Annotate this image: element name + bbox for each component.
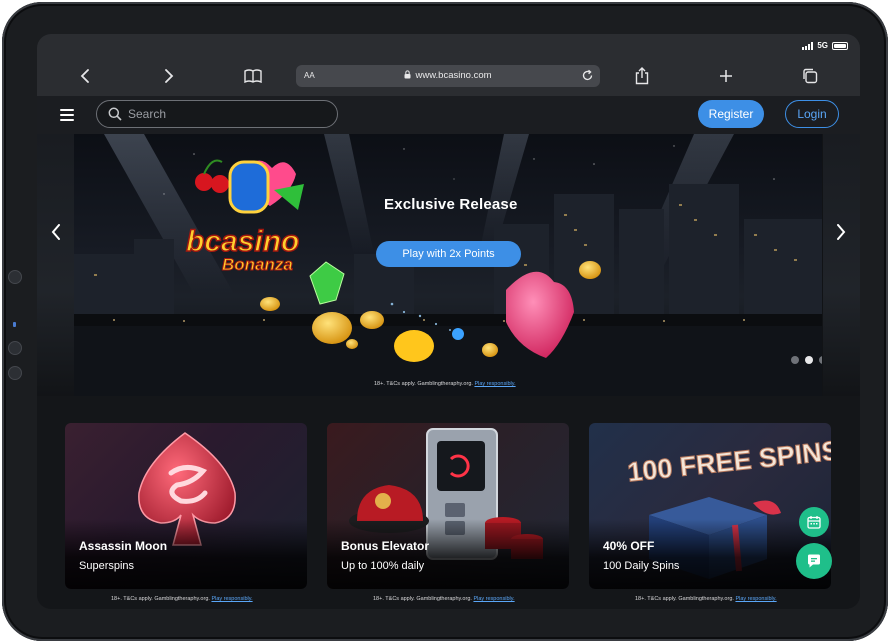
volume-up-button [8,341,22,355]
register-button[interactable]: Register [698,100,764,128]
promo-disclaimer: 18+. T&Cs apply. Gamblingtheraphy.org. P… [111,596,253,602]
play-responsibly-link[interactable]: Play responsibly. [474,381,515,387]
chevron-right-icon[interactable] [159,66,179,86]
promo-card[interactable]: Bonus Elevator Up to 100% daily [327,423,569,589]
promo-title: Bonus Elevator [341,539,430,553]
promo-card[interactable]: Assassin Moon Superspins [65,423,307,589]
screen: 5G AA www.bcasino.com Search Register Lo… [37,34,860,609]
status-bar: 5G [37,34,860,56]
share-icon[interactable] [632,66,652,86]
green-gem [309,261,345,305]
play-responsibly-link[interactable]: Play responsibly. [735,596,776,602]
hero-carousel: bcasino Bonanza Exclusive Release Play w… [37,134,860,396]
plus-icon[interactable] [716,66,736,86]
search-box[interactable] [96,100,338,128]
free-spins-text: 100 FREE SPINS [626,435,831,487]
previous-slide-peek [37,134,74,396]
hero-title: Exclusive Release [384,196,518,213]
volume-down-button [8,366,22,380]
promo-disclaimer: 18+. T&Cs apply. Gamblingtheraphy.org. P… [635,596,777,602]
carousel-dot[interactable] [819,356,822,364]
signal-icon [802,41,814,50]
logo-wordmark: bcasino [186,225,299,258]
carousel-dot[interactable] [791,356,799,364]
bcasino-bonanza-logo: bcasino Bonanza [185,159,304,275]
calendar-icon [807,516,821,529]
promo-title: Assassin Moon [79,539,168,553]
calendar-fab[interactable] [799,507,829,537]
indicator-dot [13,322,16,327]
promo-title: 40% OFF [603,539,655,553]
lock-icon [404,70,411,79]
disclaimer-text: 18+. T&Cs apply. Gamblingtheraphy.org. [111,596,210,602]
address-bar[interactable]: AA www.bcasino.com [296,65,600,87]
search-input[interactable] [128,105,328,123]
promo-subtitle: Superspins [79,560,135,572]
reload-icon[interactable] [581,69,594,82]
play-responsibly-link[interactable]: Play responsibly. [211,596,252,602]
carousel-dot-active[interactable] [805,356,813,364]
menu-icon[interactable] [60,109,74,121]
network-label: 5G [817,41,828,50]
tabs-icon[interactable] [800,66,820,86]
disclaimer-text: 18+. T&Cs apply. Gamblingtheraphy.org. [374,381,473,387]
disclaimer-text: 18+. T&Cs apply. Gamblingtheraphy.org. [635,596,734,602]
play-button[interactable]: Play with 2x Points [376,241,521,267]
login-button[interactable]: Login [785,100,839,128]
hero-disclaimer: 18+. T&Cs apply. Gamblingtheraphy.org. P… [374,381,516,387]
chevron-left-icon[interactable] [75,66,95,86]
chat-icon [808,554,820,568]
lemon [394,330,434,362]
logo-subtitle: Bonanza [222,255,293,274]
book-icon[interactable] [243,66,263,86]
promo-section: Assassin Moon Superspins Bonus Elevator … [37,396,860,609]
chat-fab[interactable] [796,543,832,579]
hero-slide[interactable]: bcasino Bonanza Exclusive Release Play w… [74,134,822,396]
url-text: www.bcasino.com [415,70,492,81]
side-button [8,270,22,284]
promo-disclaimer: 18+. T&Cs apply. Gamblingtheraphy.org. P… [373,596,515,602]
next-slide-peek [823,134,860,396]
promo-subtitle: 100 Daily Spins [603,560,680,572]
previous-slide-icon[interactable] [46,220,66,244]
disclaimer-text: 18+. T&Cs apply. Gamblingtheraphy.org. [373,596,472,602]
gold-coin [312,312,352,344]
carousel-dots [791,356,822,364]
next-slide-icon[interactable] [831,220,851,244]
promo-subtitle: Up to 100% daily [341,560,425,572]
battery-icon [832,41,848,50]
site-header: Register Login [37,96,860,134]
browser-toolbar: AA www.bcasino.com [37,56,860,96]
promo-card[interactable]: 100 FREE SPINS 40% OFF 100 Daily Spins [589,423,831,589]
play-responsibly-link[interactable]: Play responsibly. [473,596,514,602]
search-icon [108,107,122,121]
